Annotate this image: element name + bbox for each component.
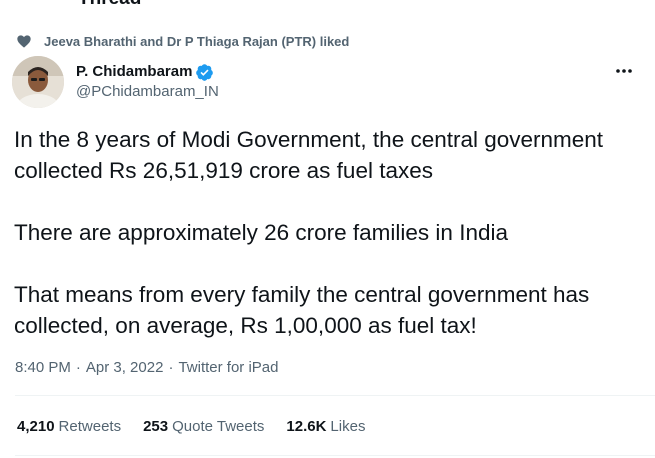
quote-tweets-label: Quote Tweets	[172, 418, 265, 435]
tweet-stats: 4,210 Retweets 253 Quote Tweets 12.6K Li…	[17, 418, 387, 435]
more-options-button[interactable]	[613, 60, 635, 82]
tweet-meta: 8:40 PM · Apr 3, 2022 · Twitter for iPad	[15, 359, 278, 376]
retweets-count: 4,210	[17, 418, 55, 435]
tweet-author: P. Chidambaram @PChidambaram_IN	[12, 56, 643, 108]
tweet-paragraph: There are approximately 26 crore familie…	[14, 220, 508, 245]
social-context[interactable]: Jeeva Bharathi and Dr P Thiaga Rajan (PT…	[16, 33, 349, 49]
retweets-stat[interactable]: 4,210 Retweets	[17, 418, 121, 435]
tweet-time[interactable]: 8:40 PM	[15, 359, 71, 376]
verified-badge-icon	[195, 63, 214, 82]
heart-icon	[16, 33, 32, 49]
divider	[15, 455, 655, 456]
meta-separator: ·	[75, 359, 81, 376]
tweet-paragraph: In the 8 years of Modi Government, the c…	[14, 127, 610, 183]
quote-tweets-stat[interactable]: 253 Quote Tweets	[143, 418, 264, 435]
display-name-row[interactable]: P. Chidambaram	[76, 62, 219, 82]
display-name[interactable]: P. Chidambaram	[76, 62, 192, 82]
tweet-paragraph: That means from every family the central…	[14, 282, 596, 338]
tweet-text: In the 8 years of Modi Government, the c…	[14, 124, 644, 341]
tweet-page: Thread Jeeva Bharathi and Dr P Thiaga Ra…	[0, 0, 655, 458]
likes-count: 12.6K	[286, 418, 327, 435]
social-context-text: Jeeva Bharathi and Dr P Thiaga Rajan (PT…	[44, 33, 350, 49]
divider	[15, 395, 655, 396]
tweet-date[interactable]: Apr 3, 2022	[86, 359, 164, 376]
author-handle[interactable]: @PChidambaram_IN	[76, 82, 219, 102]
tweet-source[interactable]: Twitter for iPad	[178, 359, 278, 376]
avatar[interactable]	[12, 56, 64, 108]
likes-stat[interactable]: 12.6K Likes	[286, 418, 365, 435]
retweets-label: Retweets	[58, 418, 122, 435]
likes-label: Likes	[330, 418, 366, 435]
author-names: P. Chidambaram @PChidambaram_IN	[76, 62, 219, 102]
more-dots-icon	[616, 69, 632, 73]
meta-separator: ·	[168, 359, 174, 376]
page-title: Thread	[78, 0, 141, 10]
quote-tweets-count: 253	[143, 418, 169, 435]
